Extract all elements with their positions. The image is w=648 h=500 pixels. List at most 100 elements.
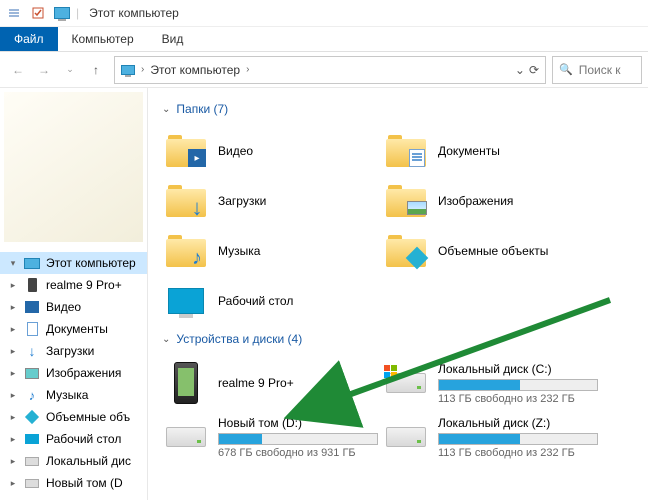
tree-toggle-icon[interactable]: ▸ <box>8 390 18 401</box>
tree-toggle-icon[interactable]: ▸ <box>8 412 18 423</box>
sidebar-item-img[interactable]: ▸ Изображения <box>0 362 147 384</box>
sidebar-item-phone[interactable]: ▸ realme 9 Pro+ <box>0 274 147 296</box>
sidebar-item-label: Рабочий стол <box>46 432 121 446</box>
storage-bar <box>438 379 598 391</box>
sidebar-item-video[interactable]: ▸ Видео <box>0 296 147 318</box>
tree-toggle-icon[interactable]: ▸ <box>8 324 18 335</box>
section-folders-header[interactable]: ⌄ Папки (7) <box>162 102 644 116</box>
phone-icon <box>24 277 40 293</box>
device-icon <box>164 361 208 405</box>
device-item[interactable]: Локальный диск (Z:) 113 ГБ свободно из 23… <box>382 410 602 464</box>
nav-forward-button[interactable]: → <box>32 58 56 82</box>
sidebar-item-music[interactable]: ▸ ♪ Музыка <box>0 384 147 406</box>
tree-toggle-icon[interactable]: ▸ <box>8 280 18 291</box>
music-icon: ♪ <box>24 387 40 403</box>
folder-item[interactable]: ♪ Музыка <box>162 226 382 276</box>
sidebar: ▾ Этот компьютер ▸ realme 9 Pro+ ▸ Видео ▸ Доку… <box>0 88 148 500</box>
addr-refresh-icon[interactable]: ⟳ <box>529 63 539 77</box>
sidebar-item-label: Новый том (D <box>46 476 123 490</box>
tab-file[interactable]: Файл <box>0 27 58 51</box>
search-input[interactable]: 🔍 Поиск к <box>552 56 642 84</box>
nav-group: ← → ⌄ ↑ <box>6 58 108 82</box>
folder-icon <box>384 129 428 173</box>
sidebar-item-label: Музыка <box>46 388 88 402</box>
tree-toggle-icon[interactable]: ▸ <box>8 478 18 489</box>
folder-item[interactable]: ▸ Видео <box>162 126 382 176</box>
folder-item[interactable]: Изображения <box>382 176 602 226</box>
folder-icon: ♪ <box>164 229 208 273</box>
breadcrumb-root[interactable]: Этот компьютер <box>150 63 240 77</box>
section-devices-header[interactable]: ⌄ Устройства и диски (4) <box>162 332 644 346</box>
quick-access-dropdown-icon[interactable] <box>4 3 24 23</box>
folder-item[interactable]: Рабочий стол <box>162 276 382 326</box>
content-area: ⌄ Папки (7) ▸ Видео Документы↓Загрузки Изоб… <box>148 88 648 500</box>
sidebar-item-label: realme 9 Pro+ <box>46 278 122 292</box>
folder-item[interactable]: Объемные объекты <box>382 226 602 276</box>
device-label: Локальный диск (Z:) <box>438 416 598 430</box>
sidebar-item-doc[interactable]: ▸ Документы <box>0 318 147 340</box>
cube-icon <box>24 409 40 425</box>
sidebar-item-label: Видео <box>46 300 81 314</box>
drive-icon <box>24 475 40 491</box>
device-icon <box>384 361 428 405</box>
sidebar-item-label: Изображения <box>46 366 121 380</box>
device-item[interactable]: Локальный диск (C:)113 ГБ свободно из 23… <box>382 356 602 410</box>
tree-toggle-icon[interactable]: ▸ <box>8 368 18 379</box>
nav-back-button[interactable]: ← <box>6 58 30 82</box>
tab-computer[interactable]: Компьютер <box>58 27 148 51</box>
tree-toggle-icon[interactable]: ▸ <box>8 434 18 445</box>
chevron-down-icon: ⌄ <box>162 334 170 345</box>
sidebar-preview-pane <box>4 92 143 242</box>
device-meta: 113 ГБ свободно из 232 ГБ <box>438 447 598 459</box>
device-item[interactable]: realme 9 Pro+ <box>162 356 382 410</box>
folder-label: Музыка <box>218 244 260 258</box>
address-bar[interactable]: › Этот компьютер › ⌄ ⟳ <box>114 56 546 84</box>
chevron-icon[interactable]: › <box>246 64 249 75</box>
nav-history-icon[interactable]: ⌄ <box>58 58 82 82</box>
section-devices-title: Устройства и диски (4) <box>176 332 302 346</box>
tree-toggle-icon[interactable]: ▾ <box>8 258 18 269</box>
storage-bar <box>218 433 378 445</box>
sidebar-item-desk[interactable]: ▸ Рабочий стол <box>0 428 147 450</box>
folder-label: Объемные объекты <box>438 244 548 258</box>
folder-item[interactable]: ↓Загрузки <box>162 176 382 226</box>
window-title: Этот компьютер <box>89 6 179 20</box>
title-bar: | Этот компьютер <box>0 0 648 27</box>
search-icon: 🔍 <box>559 63 573 76</box>
folder-label: Рабочий стол <box>218 294 293 308</box>
folder-item[interactable]: Документы <box>382 126 602 176</box>
doc-icon <box>24 321 40 337</box>
folder-label: Изображения <box>438 194 513 208</box>
qa-separator: | <box>76 6 79 20</box>
sidebar-item-label: Этот компьютер <box>46 256 136 270</box>
tree-toggle-icon[interactable]: ▸ <box>8 346 18 357</box>
img-icon <box>24 365 40 381</box>
pc-icon <box>24 255 40 271</box>
nav-up-button[interactable]: ↑ <box>84 58 108 82</box>
tree-toggle-icon[interactable]: ▸ <box>8 302 18 313</box>
properties-icon[interactable] <box>28 3 48 23</box>
sidebar-item-label: Объемные объ <box>46 410 130 424</box>
tab-view[interactable]: Вид <box>148 27 198 51</box>
folder-label: Загрузки <box>218 194 266 208</box>
folder-icon <box>384 179 428 223</box>
sidebar-item-pc[interactable]: ▾ Этот компьютер <box>0 252 147 274</box>
sidebar-item-drive[interactable]: ▸Локальный дис <box>0 450 147 472</box>
folder-icon: ▸ <box>164 129 208 173</box>
folder-label: Видео <box>218 144 253 158</box>
video-icon <box>24 299 40 315</box>
sidebar-item-label: Документы <box>46 322 108 336</box>
device-icon <box>164 415 208 459</box>
storage-bar <box>438 433 598 445</box>
address-row: ← → ⌄ ↑ › Этот компьютер › ⌄ ⟳ 🔍 Поиск к <box>0 52 648 88</box>
device-icon <box>384 415 428 459</box>
sidebar-item-cube[interactable]: ▸ Объемные объ <box>0 406 147 428</box>
device-label: Локальный диск (C:) <box>438 362 598 376</box>
sidebar-item-label: Загрузки <box>46 344 94 358</box>
sidebar-item-drive[interactable]: ▸ Новый том (D <box>0 472 147 494</box>
chevron-icon[interactable]: › <box>141 64 144 75</box>
sidebar-item-down[interactable]: ▸↓Загрузки <box>0 340 147 362</box>
addr-dropdown-icon[interactable]: ⌄ <box>515 63 525 77</box>
tree-toggle-icon[interactable]: ▸ <box>8 456 18 467</box>
device-item[interactable]: Новый том (D:)678 ГБ свободно из 931 ГБ <box>162 410 382 464</box>
